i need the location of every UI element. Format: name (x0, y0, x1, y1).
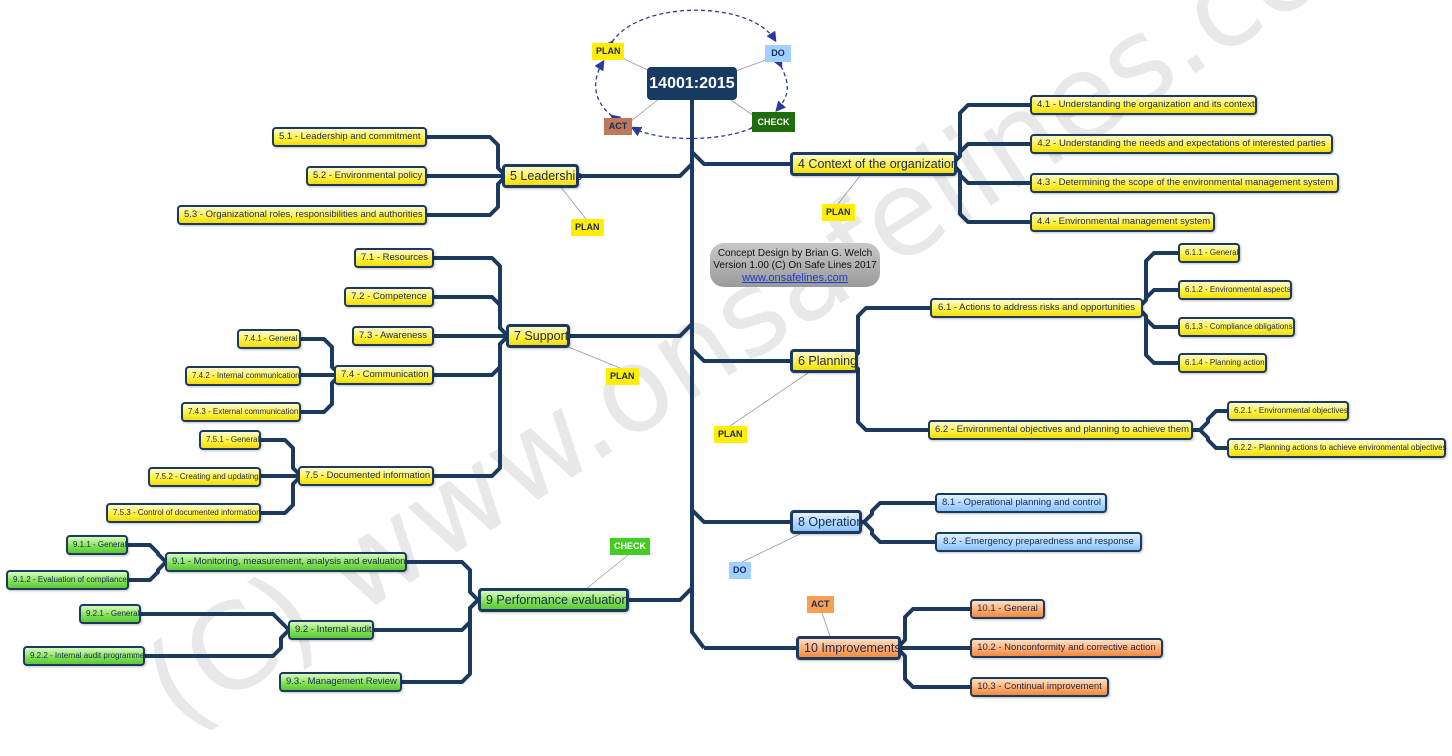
connector-n8_1 (862, 501, 935, 524)
connector-n7_5_1 (261, 438, 303, 478)
subtopic-10-2[interactable]: 10.2 - Nonconformity and corrective acti… (970, 638, 1163, 658)
topic-9-performance-evaluation[interactable]: 9 Performance evaluation (478, 588, 629, 612)
topic-6-planning[interactable]: 6 Planning (790, 349, 858, 373)
tag-do-operation: DO (729, 562, 751, 579)
connector-n7 (570, 322, 694, 338)
tag-act-improvements: ACT (807, 596, 834, 613)
subtopic-6-1[interactable]: 6.1 - Actions to address risks and oppor… (930, 298, 1143, 318)
subtopic-10-1[interactable]: 10.1 - General (970, 599, 1045, 619)
subtopic-5-1[interactable]: 5.1 - Leadership and commitment (272, 127, 427, 147)
topic-4-context[interactable]: 4 Context of the organization (790, 152, 958, 176)
topic-8-operation[interactable]: 8 Operation (790, 510, 863, 534)
connector-n6_1_4 (1136, 306, 1178, 365)
connector-n9_3 (402, 598, 480, 684)
credit-line-1: Concept Design by Brian G. Welch (717, 248, 873, 259)
credit-box: Concept Design by Brian G. Welch Version… (710, 243, 880, 287)
subtopic-6-1-2[interactable]: 6.1.2 - Environmental aspects (1178, 280, 1292, 300)
topic-7-support[interactable]: 7 Support (506, 324, 570, 348)
cycle-check: CHECK (752, 112, 795, 132)
tag-check-performance: CHECK (610, 538, 651, 555)
subtopic-6-2-1[interactable]: 6.2.1 - Environmental objectives (1227, 401, 1349, 421)
subtopic-8-2[interactable]: 8.2 - Emergency preparedness and respons… (935, 532, 1142, 552)
subtopic-4-1[interactable]: 4.1 - Understanding the organization and… (1030, 95, 1257, 115)
subtopic-7-5[interactable]: 7.5 - Documented information (298, 466, 434, 486)
connector-n5_1 (427, 135, 508, 178)
cycle-do: DO (765, 45, 791, 62)
subtopic-6-1-1[interactable]: 6.1.1 - General (1178, 243, 1240, 263)
topic-10-improvements[interactable]: 10 Improvements (796, 636, 901, 660)
cycle-act: ACT (604, 118, 632, 135)
subtopic-7-3[interactable]: 7.3 - Awareness (352, 326, 434, 346)
subtopic-7-4[interactable]: 7.4 - Communication (334, 365, 434, 385)
connector-n4_2 (950, 142, 1030, 166)
cycle-plan: PLAN (592, 43, 624, 60)
connector-n7_4 (434, 334, 510, 377)
subtopic-9-2[interactable]: 9.2 - Internal audit (288, 620, 374, 640)
subtopic-4-3[interactable]: 4.3 - Determining the scope of the envir… (1030, 173, 1339, 193)
subtopic-5-3[interactable]: 5.3 - Organizational roles, responsibili… (177, 205, 427, 225)
subtopic-9-3[interactable]: 9.3.- Management Review (279, 672, 402, 692)
connector-n10_3 (895, 646, 970, 689)
subtopic-9-2-1[interactable]: 9.2.1 - General (79, 604, 141, 624)
connector-n6_1 (848, 306, 930, 363)
connector-n4_4 (950, 162, 1030, 224)
subtopic-7-2[interactable]: 7.2 - Competence (344, 287, 434, 307)
subtopic-7-4-1[interactable]: 7.4.1 - General (237, 329, 301, 349)
connector-n9_2_1 (141, 612, 291, 632)
subtopic-7-5-2[interactable]: 7.5.2 - Creating and updating (148, 467, 261, 487)
connector-n4_3 (950, 162, 1030, 185)
connector-n5 (579, 162, 694, 178)
connector-n9_1_2 (129, 560, 168, 582)
connector-n6 (690, 347, 790, 363)
connector-n4_1 (950, 103, 1030, 166)
subtopic-10-3[interactable]: 10.3 - Continual improvement (970, 677, 1109, 697)
connector-n7_5_3 (261, 474, 303, 515)
connector-n9_2 (374, 598, 480, 632)
connector-n8_2 (862, 520, 935, 544)
subtopic-6-2[interactable]: 6.2 - Environmental objectives and plann… (928, 420, 1193, 440)
connector-n4 (690, 150, 790, 166)
tag-plan-leadership: PLAN (571, 219, 604, 236)
subtopic-6-2-2[interactable]: 6.2.2 - Planning actions to achieve envi… (1227, 438, 1447, 458)
connector-n9_2_2 (145, 628, 291, 658)
tag-plan-support: PLAN (606, 368, 639, 385)
website-link[interactable]: www.onsafelines.com (742, 272, 848, 284)
subtopic-7-1[interactable]: 7.1 - Resources (354, 248, 434, 268)
subtopic-5-2[interactable]: 5.2 - Environmental policy (306, 166, 427, 186)
subtopic-6-1-4[interactable]: 6.1.4 - Planning action (1178, 353, 1267, 373)
tag-plan-context: PLAN (822, 204, 855, 221)
tag-plan-planning: PLAN (714, 426, 747, 443)
subtopic-7-5-1[interactable]: 7.5.1 - General (199, 430, 261, 450)
subtopic-4-2[interactable]: 4.2 - Understanding the needs and expect… (1030, 134, 1333, 154)
connector-n6_2_2 (1193, 428, 1227, 450)
connector-n7_5 (434, 334, 510, 478)
subtopic-9-1-1[interactable]: 9.1.1 - General (66, 535, 128, 555)
cycle-links (559, 57, 861, 637)
connector-n10_1 (895, 607, 970, 650)
connector-n9 (629, 586, 694, 602)
connector-n8 (690, 508, 790, 524)
subtopic-8-1[interactable]: 8.1 - Operational planning and control (935, 493, 1107, 513)
connector-n9_1_1 (128, 543, 168, 564)
subtopic-9-1-2[interactable]: 9.1.2 - Evaluation of compliance (6, 570, 129, 590)
trunk-connector (690, 99, 706, 650)
central-topic-14001-2015[interactable]: 14001:2015 (647, 67, 737, 100)
subtopic-9-2-2[interactable]: 9.2.2 - Internal audit programme (23, 646, 145, 666)
subtopic-7-5-3[interactable]: 7.5.3 - Control of documented informatio… (106, 503, 261, 523)
credit-line-2: Version 1.00 (C) On Safe Lines 2017 (713, 260, 877, 271)
connector-n6_2_1 (1193, 409, 1227, 432)
subtopic-4-4[interactable]: 4.4 - Environmental management system (1030, 212, 1215, 232)
connector-n7_2 (434, 295, 510, 338)
subtopic-7-4-3[interactable]: 7.4.3 - External communication (181, 402, 301, 422)
topic-5-leadership[interactable]: 5 Leadership (502, 164, 582, 188)
connector-n9_1 (407, 560, 480, 602)
connector-n5_3 (427, 174, 508, 217)
subtopic-9-1[interactable]: 9.1 - Monitoring, measurement, analysis … (165, 552, 407, 572)
subtopic-6-1-3[interactable]: 6.1.3 - Compliance obligations (1178, 317, 1295, 337)
connector-n6_2 (848, 359, 928, 432)
subtopic-7-4-2[interactable]: 7.4.2 - Internal communication (185, 366, 301, 386)
